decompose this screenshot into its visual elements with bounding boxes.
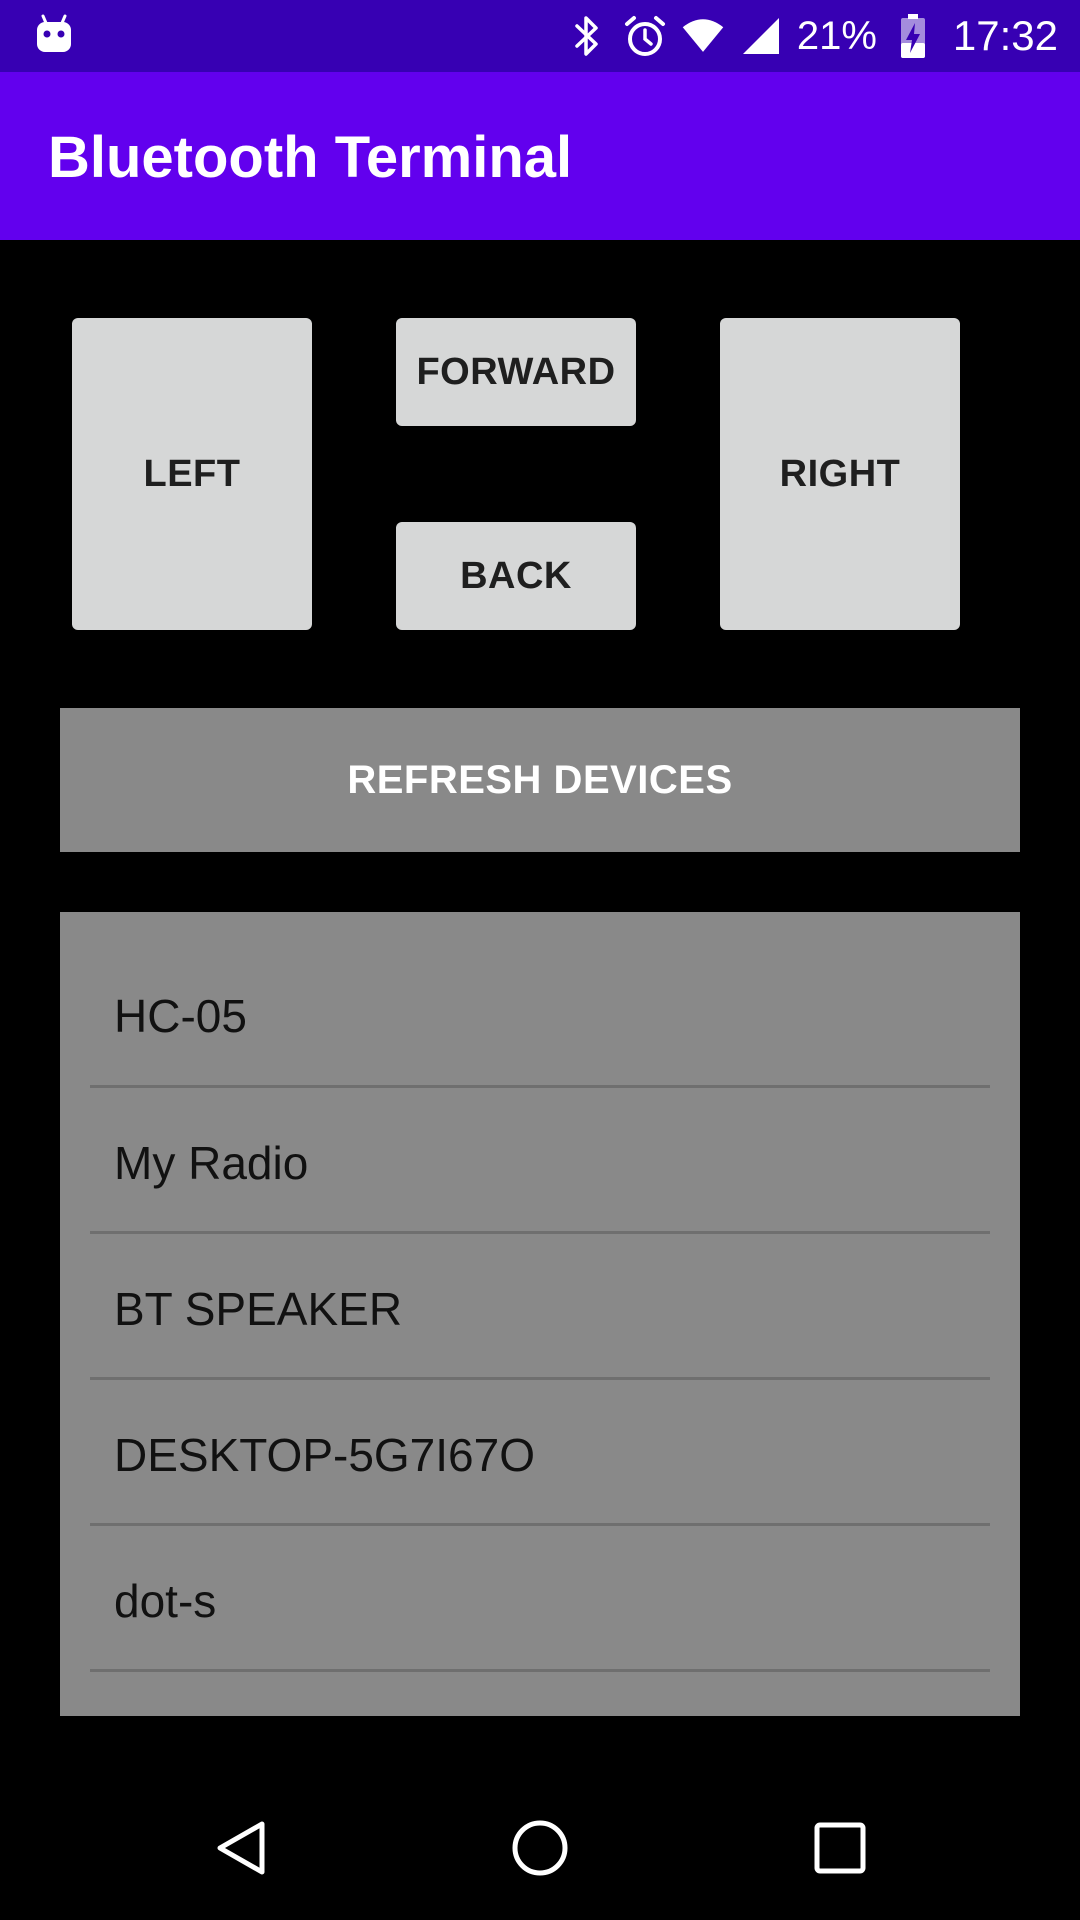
battery-charging-icon [891,14,935,58]
app-title: Bluetooth Terminal [48,125,573,190]
navigation-bar [0,1776,1080,1920]
device-name: DESKTOP-5G7I67O [114,1429,535,1481]
notification-robot-icon [36,14,72,54]
wifi-icon [681,14,725,58]
forward-button[interactable]: FORWARD [396,318,636,426]
clock: 17:32 [952,12,1058,59]
screen: 21% 17:32 Bluetooth Terminal LEFT FORWAR… [0,0,1080,1920]
status-bar: 21% 17:32 [0,0,1080,72]
list-item[interactable]: HC-05 [90,912,990,1088]
alarm-icon [623,14,667,58]
list-item[interactable]: dot-s [90,1526,990,1672]
list-item[interactable]: BT SPEAKER [90,1234,990,1380]
right-button[interactable]: RIGHT [720,318,960,630]
recents-square-icon[interactable] [804,1812,876,1884]
bluetooth-icon [565,14,609,58]
left-button[interactable]: LEFT [72,318,312,630]
home-circle-icon[interactable] [504,1812,576,1884]
device-name: BT SPEAKER [114,1283,403,1335]
status-icons: 21% 17:32 [565,0,1058,72]
back-triangle-icon[interactable] [204,1812,276,1884]
cell-signal-icon [739,14,783,58]
back-button[interactable]: BACK [396,522,636,630]
device-list[interactable]: HC-05 My Radio BT SPEAKER DESKTOP-5G7I67… [60,912,1020,1716]
app-bar: Bluetooth Terminal [0,72,1080,240]
device-name: My Radio [114,1137,309,1189]
battery-percent: 21% [796,13,877,58]
refresh-devices-button[interactable]: REFRESH DEVICES [60,708,1020,852]
device-name: dot-s [114,1575,217,1627]
list-item[interactable]: DESKTOP-5G7I67O [90,1380,990,1526]
list-item[interactable]: My Radio [90,1088,990,1234]
